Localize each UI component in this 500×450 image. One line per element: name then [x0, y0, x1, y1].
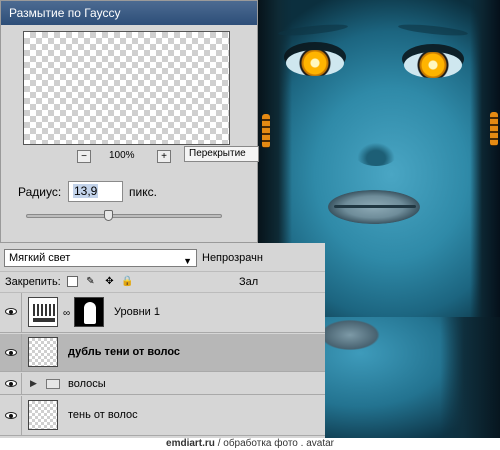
link-icon[interactable]: ∞ [63, 308, 70, 319]
lock-icon[interactable]: 🔒 [121, 276, 133, 287]
layer-name: волосы [68, 378, 106, 390]
hair-lower [440, 317, 500, 438]
layer-row[interactable]: тень от волос [0, 396, 325, 436]
watermark-caption: emdiart.ru / обработка фото . avatar [0, 438, 500, 450]
layer-name: Уровни 1 [114, 306, 160, 318]
layers-panel: Мягкий свет ▼ Непрозрачн Закрепить: ✎ ✥ … [0, 243, 325, 438]
layer-row-group[interactable]: ▶ волосы [0, 373, 325, 395]
eye-left [286, 50, 344, 76]
hair-right [470, 0, 500, 317]
radius-label: Радиус: [18, 185, 62, 199]
move-icon[interactable]: ✥ [104, 276, 115, 287]
lips-lower [325, 317, 385, 353]
blur-preview[interactable] [23, 31, 230, 145]
opacity-label: Непрозрачн [202, 252, 263, 264]
mask-thumbnail[interactable] [74, 297, 104, 327]
zoom-value: 100% [109, 150, 135, 161]
radius-slider[interactable] [26, 214, 222, 218]
eye-right [404, 52, 462, 78]
earring-right [490, 112, 498, 146]
blend-mode-value: Мягкий свет [9, 252, 71, 264]
eye-icon[interactable] [5, 412, 17, 419]
nose [354, 140, 398, 166]
visibility-toggle[interactable] [0, 293, 22, 332]
radius-value: 13,9 [73, 184, 99, 198]
brow-right [397, 22, 469, 38]
dialog-title: Размытие по Гауссу [1, 1, 257, 25]
layer-name: дубль тени от волос [68, 346, 181, 358]
lip-line [334, 205, 416, 208]
layer-thumbnail [28, 400, 58, 430]
eye-icon[interactable] [5, 349, 17, 356]
layer-row[interactable]: ∞ Уровни 1 [0, 293, 325, 333]
canvas-photo-lower [325, 317, 500, 438]
levels-thumbnail [28, 297, 58, 327]
zoom-out-button[interactable]: − [77, 150, 91, 163]
layer-row-selected[interactable]: дубль тени от волос [0, 334, 325, 372]
chevron-down-icon: ▼ [183, 256, 192, 266]
eye-icon[interactable] [5, 380, 17, 387]
tooltip: Перекрытие [184, 146, 259, 162]
layer-name: тень от волос [68, 409, 138, 421]
visibility-toggle[interactable] [0, 373, 22, 394]
lock-label: Закрепить: [5, 276, 61, 288]
site-name: emdiart.ru [166, 438, 215, 449]
blend-mode-select[interactable]: Мягкий свет ▼ [4, 249, 197, 267]
zoom-in-button[interactable]: + [157, 150, 171, 163]
eye-icon[interactable] [5, 308, 17, 315]
layer-thumbnail [28, 337, 58, 367]
checker-icon[interactable] [67, 276, 78, 287]
lock-row: Закрепить: ✎ ✥ 🔒 Зал [0, 271, 325, 293]
gaussian-blur-dialog: Размытие по Гауссу − 100% + Перекрытие Р… [0, 0, 259, 243]
visibility-toggle[interactable] [0, 396, 22, 435]
screenshot: Размытие по Гауссу − 100% + Перекрытие Р… [0, 0, 500, 450]
expand-arrow-icon[interactable]: ▶ [30, 378, 37, 389]
radius-slider-thumb[interactable] [103, 210, 113, 221]
radius-unit: пикс. [129, 185, 157, 199]
brush-icon[interactable]: ✎ [85, 276, 96, 287]
folder-icon [46, 379, 60, 389]
radius-input[interactable]: 13,9 [68, 181, 123, 202]
visibility-toggle[interactable] [0, 334, 22, 371]
caption-text: / обработка фото . avatar [217, 438, 334, 449]
fill-label: Зал [239, 276, 259, 288]
earring-left [262, 114, 270, 148]
